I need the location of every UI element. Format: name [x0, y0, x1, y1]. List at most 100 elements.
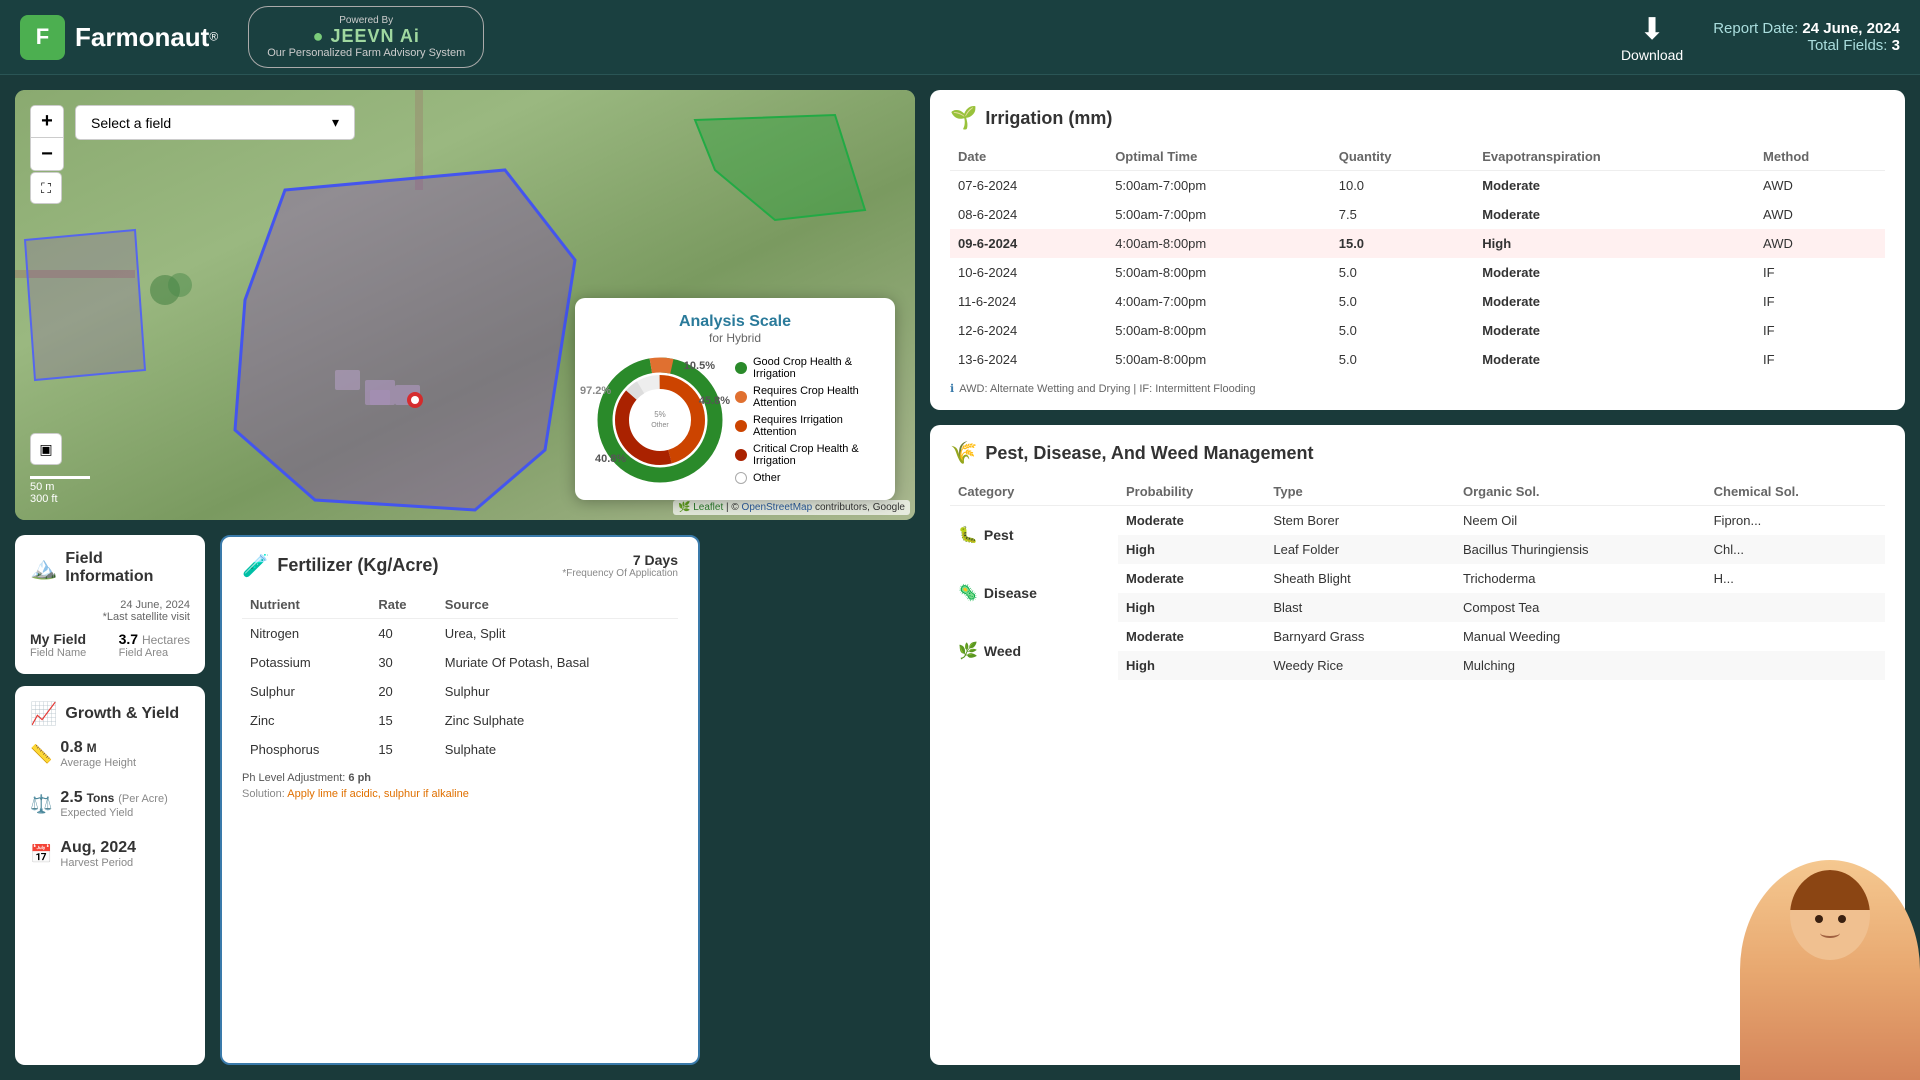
- irrigation-panel: 🌱 Irrigation (mm) Date Optimal Time Quan…: [930, 90, 1905, 410]
- fertilizer-panel: 🧪 Fertilizer (Kg/Acre) 7 Days *Frequency…: [220, 535, 700, 1065]
- quantity-cell: 5.0: [1331, 345, 1475, 374]
- map-attribution: 🌿 Leaflet | © OpenStreetMap contributors…: [673, 500, 910, 515]
- probability-cell: High: [1118, 535, 1265, 564]
- col-nutrient: Nutrient: [242, 591, 370, 619]
- solution-text[interactable]: Apply lime if acidic, sulphur if alkalin…: [287, 788, 469, 800]
- layers-button[interactable]: ▣: [30, 433, 62, 465]
- table-row: Sulphur 20 Sulphur: [242, 677, 678, 706]
- fertilizer-title: Fertilizer (Kg/Acre): [277, 555, 438, 576]
- chemical-cell: Fipron...: [1706, 506, 1885, 536]
- evapotranspiration-cell: Moderate: [1474, 171, 1755, 201]
- optimal-cell: 4:00am-7:00pm: [1107, 287, 1331, 316]
- fert-footer: Ph Level Adjustment: 6 ph: [242, 772, 678, 784]
- zoom-controls[interactable]: + −: [30, 105, 64, 171]
- legend-other: Other: [735, 472, 875, 484]
- probability-cell: Moderate: [1118, 506, 1265, 536]
- col-method: Method: [1755, 143, 1885, 171]
- irrigation-title: Irrigation (mm): [985, 108, 1112, 129]
- legend-dot-critical: [735, 449, 747, 461]
- method-cell: AWD: [1755, 171, 1885, 201]
- fertilizer-table: Nutrient Rate Source Nitrogen 40 Urea, S…: [242, 591, 678, 764]
- type-cell: Weedy Rice: [1265, 651, 1455, 680]
- cat-name: Disease: [984, 585, 1037, 601]
- va-eye-right: [1838, 915, 1846, 923]
- ph-label: Ph Level Adjustment:: [242, 772, 345, 784]
- total-fields-value: 3: [1892, 37, 1900, 54]
- col-date: Date: [950, 143, 1107, 171]
- legend-label-crop-health: Requires Crop Health Attention: [753, 385, 875, 409]
- yield-icon: ⚖️: [30, 794, 52, 815]
- zoom-out-button[interactable]: −: [31, 138, 63, 170]
- method-cell: AWD: [1755, 200, 1885, 229]
- field-info-header: 🏔️ Field Information: [30, 550, 190, 586]
- irrigation-note-text: AWD: Alternate Wetting and Drying | IF: …: [959, 383, 1255, 395]
- legend-critical: Critical Crop Health & Irrigation: [735, 443, 875, 467]
- download-button[interactable]: ⬇ Download: [1621, 12, 1683, 63]
- hectares-number: 3.7: [119, 631, 138, 647]
- organic-cell: Manual Weeding: [1455, 622, 1706, 651]
- yield-values: 2.5 Tons (Per Acre) Expected Yield: [60, 789, 167, 819]
- pct-458-label: 45.8%: [699, 395, 730, 407]
- optimal-cell: 4:00am-8:00pm: [1107, 229, 1331, 258]
- report-date-label: Report Date:: [1713, 20, 1798, 37]
- source-cell: Sulphate: [437, 735, 678, 764]
- zoom-in-button[interactable]: +: [31, 106, 63, 138]
- nutrient-cell: Sulphur: [242, 677, 370, 706]
- quantity-cell: 5.0: [1331, 258, 1475, 287]
- jeevn-badge: Powered By ● JEEVN Ai Our Personalized F…: [248, 6, 484, 68]
- map-container[interactable]: + − ⛶ ▣ Select a field ▾ 50 m 300 ft 🌿 L…: [15, 90, 915, 520]
- yield-value: 2.5: [60, 789, 82, 806]
- scale-bar-line: [30, 476, 90, 479]
- table-row: 13-6-2024 5:00am-8:00pm 5.0 Moderate IF: [950, 345, 1885, 374]
- download-icon: ⬇: [1640, 12, 1665, 47]
- harvest-values: Aug, 2024 Harvest Period: [60, 839, 136, 869]
- height-icon: 📏: [30, 744, 52, 765]
- col-category: Category: [950, 478, 1118, 506]
- logo-text-area: Farmonaut®: [75, 22, 218, 53]
- leaflet-link[interactable]: 🌿 Leaflet: [678, 502, 723, 513]
- pest-table: Category Probability Type Organic Sol. C…: [950, 478, 1885, 680]
- layers-icon: ▣: [39, 441, 52, 458]
- organic-cell: Trichoderma: [1455, 564, 1706, 593]
- method-cell: IF: [1755, 316, 1885, 345]
- source-cell: Sulphur: [437, 677, 678, 706]
- growth-yield-icon: 📈: [30, 701, 57, 727]
- ph-value: 6 ph: [348, 772, 371, 784]
- optimal-cell: 5:00am-8:00pm: [1107, 258, 1331, 287]
- organic-cell: Compost Tea: [1455, 593, 1706, 622]
- field-info-row: My Field Field Name 3.7 Hectares Field A…: [30, 631, 190, 659]
- category-cell: 🐛 Pest: [950, 506, 1118, 565]
- legend-irrigation: Requires Irrigation Attention: [735, 414, 875, 438]
- pct-105-label: 10.5%: [684, 360, 715, 372]
- height-values: 0.8 M Average Height: [60, 739, 136, 769]
- fullscreen-icon: ⛶: [41, 180, 51, 197]
- yield-label: Expected Yield: [60, 807, 167, 819]
- harvest-icon: 📅: [30, 844, 52, 865]
- field-date: 24 June, 2024: [30, 599, 190, 611]
- va-hair: [1790, 870, 1870, 910]
- cat-name: Pest: [984, 527, 1014, 543]
- chemical-cell: [1706, 622, 1885, 651]
- my-field-name: My Field: [30, 631, 86, 647]
- field-select-dropdown[interactable]: Select a field ▾: [75, 105, 355, 140]
- table-row: Phosphorus 15 Sulphate: [242, 735, 678, 764]
- fullscreen-button[interactable]: ⛶: [30, 172, 62, 204]
- type-cell: Barnyard Grass: [1265, 622, 1455, 651]
- va-eyes: [1790, 915, 1870, 923]
- table-row: 🐛 Pest Moderate Stem Borer Neem Oil Fipr…: [950, 506, 1885, 536]
- legend-label-irrigation: Requires Irrigation Attention: [753, 414, 875, 438]
- method-cell: IF: [1755, 258, 1885, 287]
- quantity-cell: 7.5: [1331, 200, 1475, 229]
- pest-table-header: Category Probability Type Organic Sol. C…: [950, 478, 1885, 506]
- cat-name: Weed: [984, 643, 1021, 659]
- osm-link[interactable]: OpenStreetMap: [742, 502, 813, 513]
- field-growth-column: 🏔️ Field Information 24 June, 2024 *Last…: [15, 535, 205, 1065]
- col-type: Type: [1265, 478, 1455, 506]
- va-head: [1790, 870, 1870, 960]
- rate-cell: 20: [370, 677, 436, 706]
- height-stat: 📏 0.8 M Average Height: [30, 739, 136, 769]
- evapotranspiration-cell: Moderate: [1474, 316, 1755, 345]
- pct-408-label: 40.8%: [595, 453, 626, 465]
- irr-header: 🌱 Irrigation (mm): [950, 105, 1885, 131]
- pest-icon: 🌾: [950, 440, 977, 466]
